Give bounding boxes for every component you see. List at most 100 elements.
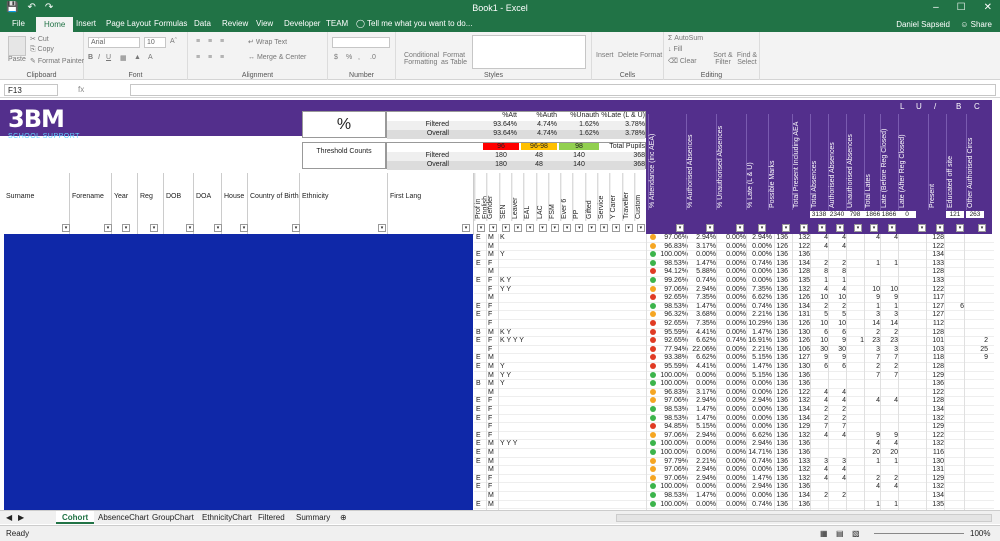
filter-dropdown-icon[interactable]: ▾: [575, 224, 584, 232]
table-cell[interactable]: 97.06%: [654, 397, 688, 404]
table-cell[interactable]: 136: [770, 294, 788, 301]
filter-dropdown-icon[interactable]: ▾: [978, 224, 986, 232]
table-cell[interactable]: 122: [926, 389, 944, 396]
table-cell[interactable]: 127: [792, 354, 810, 361]
table-row[interactable]: F 77.94% 22.06% 0.00% 2.21% 136 106 30 30 3 3 103 25: [474, 345, 994, 355]
table-cell[interactable]: M: [488, 492, 496, 499]
close-icon[interactable]: ✕: [984, 2, 992, 13]
table-cell[interactable]: 7: [810, 423, 828, 430]
table-cell[interactable]: 7.35%: [686, 320, 716, 327]
table-cell[interactable]: 1: [880, 260, 898, 267]
zoom-slider[interactable]: [874, 533, 964, 534]
table-cell[interactable]: F: [488, 415, 496, 422]
table-row[interactable]: M 96.83% 3.17% 0.00% 0.00% 126 122 4 4 122: [474, 388, 994, 398]
table-cell[interactable]: 10: [880, 286, 898, 293]
table-cell[interactable]: 106: [792, 346, 810, 353]
table-cell[interactable]: 2.94%: [686, 286, 716, 293]
flag-header[interactable]: Service: [597, 173, 610, 221]
filter-dropdown-icon[interactable]: ▾: [477, 224, 485, 232]
table-cell[interactable]: 1.47%: [686, 415, 716, 422]
flag-header[interactable]: Traveller: [621, 173, 634, 221]
prev-sheet-icon[interactable]: ◀: [6, 513, 12, 522]
table-cell[interactable]: M: [488, 329, 496, 336]
table-cell[interactable]: 4.41%: [686, 363, 716, 370]
metric-header[interactable]: Total Lates: [864, 114, 880, 210]
table-cell[interactable]: 98.53%: [654, 303, 688, 310]
table-cell[interactable]: 2: [864, 329, 880, 336]
table-cell[interactable]: 77.94%: [654, 346, 688, 353]
table-row[interactable]: E F 98.53% 1.47% 0.00% 0.00% 136 134 2 2 134: [474, 406, 994, 415]
table-cell[interactable]: 22.06%: [686, 346, 716, 353]
table-cell[interactable]: 2: [880, 363, 898, 370]
table-cell[interactable]: 0.00%: [686, 501, 716, 508]
flag-header[interactable]: PP: [572, 173, 585, 221]
table-cell[interactable]: 134: [926, 251, 944, 258]
table-cell[interactable]: 126: [792, 320, 810, 327]
table-row[interactable]: E M 100.00% 0.00% 0.00% 0.74% 136 136 1 1 135: [474, 500, 994, 510]
clear-button[interactable]: ⌫ Clear: [668, 57, 697, 65]
page-break-icon[interactable]: ▧: [852, 529, 860, 538]
table-cell[interactable]: 14: [880, 320, 898, 327]
table-cell[interactable]: 134: [926, 492, 944, 499]
sheet-tab-cohort[interactable]: Cohort: [56, 511, 95, 524]
tab-team[interactable]: TEAM: [326, 19, 348, 28]
table-cell[interactable]: 0.00%: [686, 440, 716, 447]
table-cell[interactable]: 4: [864, 483, 880, 490]
table-cell[interactable]: 2: [810, 492, 828, 499]
table-cell[interactable]: M: [488, 389, 496, 396]
table-cell[interactable]: Y: [500, 380, 620, 387]
flag-header[interactable]: FSM: [547, 173, 561, 221]
table-cell[interactable]: M: [488, 294, 496, 301]
table-cell[interactable]: 136: [792, 372, 810, 379]
table-cell[interactable]: 97.06%: [654, 475, 688, 482]
table-cell[interactable]: 100.00%: [654, 440, 688, 447]
metric-header[interactable]: Unauthorised Absences: [846, 114, 864, 210]
add-sheet-icon[interactable]: ⊕: [340, 513, 347, 522]
table-cell[interactable]: 9: [828, 337, 846, 344]
table-cell[interactable]: 2: [828, 303, 846, 310]
table-cell[interactable]: 122: [926, 432, 944, 439]
table-cell[interactable]: 4: [810, 466, 828, 473]
table-cell[interactable]: F: [488, 432, 496, 439]
table-cell[interactable]: E: [476, 251, 484, 258]
table-row[interactable]: E F 98.53% 1.47% 0.00% 0.74% 136 134 2 2 1 1 133: [474, 259, 994, 269]
table-cell[interactable]: 92.65%: [654, 294, 688, 301]
comma-icon[interactable]: ,: [358, 54, 360, 61]
table-cell[interactable]: 136: [770, 397, 788, 404]
table-cell[interactable]: M: [488, 251, 496, 258]
table-cell[interactable]: 93.38%: [654, 354, 688, 361]
table-cell[interactable]: 136: [770, 432, 788, 439]
tab-file[interactable]: File: [12, 19, 25, 28]
metric-header[interactable]: Other Authorised Circs: [966, 114, 988, 210]
table-cell[interactable]: 134: [792, 260, 810, 267]
table-cell[interactable]: 4: [828, 475, 846, 482]
table-cell[interactable]: 4: [810, 432, 828, 439]
table-cell[interactable]: 4: [864, 234, 880, 241]
table-cell[interactable]: 25: [966, 346, 988, 353]
table-cell[interactable]: 2: [880, 475, 898, 482]
flag-header[interactable]: Gifted: [584, 173, 597, 221]
table-cell[interactable]: 10: [810, 294, 828, 301]
percent-icon[interactable]: %: [346, 54, 352, 61]
table-cell[interactable]: M: [488, 501, 496, 508]
table-cell[interactable]: M: [488, 363, 496, 370]
metric-header[interactable]: Total Absences: [810, 114, 828, 210]
table-cell[interactable]: F: [488, 483, 496, 490]
table-cell[interactable]: 0.00%: [686, 449, 716, 456]
table-cell[interactable]: 136: [770, 466, 788, 473]
table-cell[interactable]: 94.12%: [654, 268, 688, 275]
table-cell[interactable]: 136: [770, 363, 788, 370]
table-cell[interactable]: 132: [792, 234, 810, 241]
table-row[interactable]: F 92.65% 7.35% 0.00% 10.29% 136 126 10 10 14 14 112: [474, 320, 994, 329]
filter-dropdown-icon[interactable]: ▾: [936, 224, 944, 232]
table-cell[interactable]: Y Y Y: [500, 440, 620, 447]
fx-icon[interactable]: fx: [78, 85, 84, 94]
table-cell[interactable]: 10: [828, 320, 846, 327]
table-cell[interactable]: 136: [792, 251, 810, 258]
font-size-select[interactable]: 10: [144, 37, 166, 48]
table-cell[interactable]: 126: [792, 294, 810, 301]
table-cell[interactable]: 4: [828, 243, 846, 250]
table-cell[interactable]: F: [488, 423, 496, 430]
table-cell[interactable]: 10: [810, 337, 828, 344]
table-cell[interactable]: 128: [926, 234, 944, 241]
